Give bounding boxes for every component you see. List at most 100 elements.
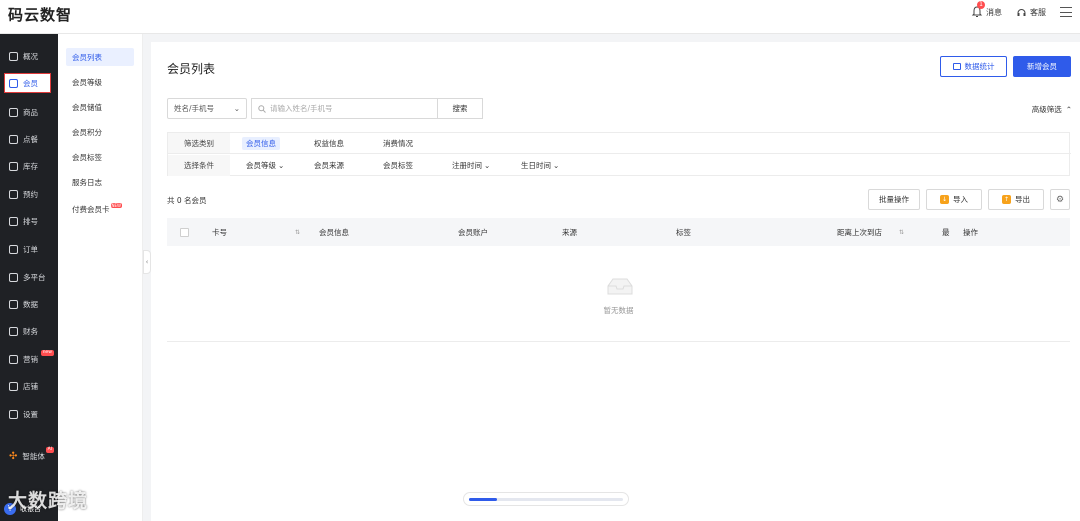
filter-condition-label: 选择条件 bbox=[168, 155, 230, 176]
marketing-badge: new bbox=[40, 350, 54, 356]
filter-register-time[interactable]: 注册时间 ⌄ bbox=[452, 160, 490, 171]
subnav-item-member-balance[interactable]: 会员储值 bbox=[66, 98, 134, 116]
sidebar-item-label: 订单 bbox=[23, 244, 38, 254]
finance-icon bbox=[9, 326, 18, 336]
sidebar-item-marketing[interactable]: 营销 new bbox=[0, 349, 58, 369]
sidebar-item-label: 会员 bbox=[23, 78, 38, 88]
support-button[interactable]: 客服 bbox=[1016, 7, 1046, 18]
sidebar-item-booking[interactable]: 预约 bbox=[0, 184, 58, 204]
progress-fill bbox=[469, 498, 497, 501]
filter-option-consumption[interactable]: 消费情况 bbox=[383, 138, 413, 149]
sidebar-item-label: 预约 bbox=[23, 189, 38, 199]
col-last-visit[interactable]: 距离上次到店 ⇅ bbox=[837, 218, 904, 246]
collapse-handle[interactable]: ‹ bbox=[143, 250, 151, 274]
paid-card-badge: NEW bbox=[110, 202, 122, 208]
sidebar-item-label: 营销 bbox=[23, 354, 38, 364]
subnav-label: 付费会员卡 bbox=[72, 204, 110, 214]
sidebar-item-settings[interactable]: 设置 bbox=[0, 404, 58, 424]
filter-member-level[interactable]: 会员等级 ⌄ bbox=[246, 160, 284, 171]
search-type-select[interactable]: 姓名/手机号 ⌄ bbox=[167, 98, 247, 119]
subnav-label: 会员储值 bbox=[72, 102, 102, 112]
sidebar-item-overview[interactable]: 概况 bbox=[0, 46, 58, 66]
subnav-item-member-tags[interactable]: 会员标签 bbox=[66, 148, 134, 166]
agent-icon: ✣ bbox=[9, 450, 18, 462]
subnav-item-member-points[interactable]: 会员积分 bbox=[66, 123, 134, 141]
col-member-account: 会员账户 bbox=[458, 227, 488, 237]
grid-icon bbox=[9, 51, 18, 61]
empty-box-icon bbox=[607, 278, 633, 295]
advanced-filter-toggle[interactable]: 高级筛选 ⌃ bbox=[1032, 104, 1072, 115]
sidebar-item-queue[interactable]: 排号 bbox=[0, 211, 58, 231]
dining-icon bbox=[9, 134, 18, 144]
search-type-value: 姓名/手机号 bbox=[174, 104, 215, 113]
sidebar-item-label: 点餐 bbox=[23, 134, 38, 144]
batch-action-button[interactable]: 批量操作 bbox=[868, 189, 920, 210]
sidebar-item-label: 设置 bbox=[23, 409, 38, 419]
subnav-item-paid-card[interactable]: 付费会员卡 NEW bbox=[66, 200, 134, 218]
sidebar-item-label: 店铺 bbox=[23, 381, 38, 391]
sort-icon[interactable]: ⇅ bbox=[295, 218, 300, 246]
sidebar-item-orders[interactable]: 订单 bbox=[0, 239, 58, 259]
filter-birthday[interactable]: 生日时间 ⌄ bbox=[521, 160, 559, 171]
filter-option-benefit-info[interactable]: 权益信息 bbox=[314, 138, 344, 149]
filter-member-tag[interactable]: 会员标签 bbox=[383, 160, 413, 171]
sidebar-item-data[interactable]: 数据 bbox=[0, 294, 58, 314]
settings-icon bbox=[9, 409, 18, 419]
select-all-checkbox[interactable] bbox=[180, 218, 189, 246]
member-subnav: 会员列表 会员等级 会员储值 会员积分 会员标签 服务日志 付费会员卡 NEW bbox=[58, 34, 143, 521]
agent-badge: AI bbox=[45, 447, 54, 453]
table-body: 暂无数据 bbox=[167, 246, 1070, 342]
filter-option-member-info[interactable]: 会员信息 bbox=[242, 136, 280, 150]
subnav-item-service-log[interactable]: 服务日志 bbox=[66, 173, 134, 191]
column-settings-button[interactable]: ⚙ bbox=[1050, 189, 1070, 210]
col-source: 来源 bbox=[562, 227, 577, 237]
sidebar-item-goods[interactable]: 商品 bbox=[0, 102, 58, 122]
search-input[interactable]: 请输入姓名/手机号 bbox=[251, 98, 437, 119]
import-label: 导入 bbox=[953, 195, 968, 204]
sidebar-item-dining[interactable]: 点餐 bbox=[0, 129, 58, 149]
member-icon bbox=[9, 78, 18, 88]
data-stats-button[interactable]: 数据统计 bbox=[940, 56, 1007, 77]
chevron-down-icon: ⌄ bbox=[553, 161, 560, 170]
filter-member-level-label: 会员等级 bbox=[246, 161, 276, 170]
filter-panel: 筛选类别 会员信息 权益信息 消费情况 选择条件 会员等级 ⌄ 会员来源 会员标签… bbox=[167, 132, 1071, 176]
subnav-item-member-list[interactable]: 会员列表 bbox=[66, 48, 134, 66]
add-member-button[interactable]: 新增会员 bbox=[1013, 56, 1071, 77]
subnav-label: 会员列表 bbox=[72, 52, 102, 62]
layers-icon bbox=[9, 272, 18, 282]
chevron-up-icon: ⌃ bbox=[1065, 105, 1072, 114]
sidebar-item-label: 数据 bbox=[23, 299, 38, 309]
empty-text: 暂无数据 bbox=[603, 306, 634, 315]
filter-condition-row: 选择条件 会员等级 ⌄ 会员来源 会员标签 注册时间 ⌄ 生日时间 ⌄ bbox=[168, 155, 1071, 176]
sidebar-item-agent[interactable]: ✣ 智能体 AI bbox=[0, 446, 58, 466]
col-card-no[interactable]: 卡号 bbox=[212, 218, 227, 246]
menu-icon[interactable] bbox=[1060, 7, 1072, 17]
search-button[interactable]: 搜索 bbox=[437, 98, 483, 119]
table-header: 卡号 ⇅ 会员信息 会员账户 来源 标签 距离上次到店 ⇅ 最 操作 bbox=[167, 218, 1070, 246]
messages-button[interactable]: 1 消息 bbox=[971, 1, 1002, 18]
store-icon bbox=[9, 381, 18, 391]
sidebar-item-inventory[interactable]: 库存 bbox=[0, 156, 58, 176]
sidebar-item-label: 商品 bbox=[23, 107, 38, 117]
main-content: 会员列表 数据统计 新增会员 姓名/手机号 ⌄ 请输入姓名/手机号 搜索 高级筛… bbox=[151, 42, 1080, 521]
sidebar-item-member[interactable]: 会员 bbox=[4, 73, 51, 93]
sidebar-item-finance[interactable]: 财务 bbox=[0, 321, 58, 341]
watermark: 大数跨境 bbox=[8, 490, 89, 512]
messages-badge: 1 bbox=[977, 1, 985, 9]
subnav-label: 会员等级 bbox=[72, 77, 102, 87]
messages-label: 消息 bbox=[986, 7, 1002, 17]
col-last-visit-label: 距离上次到店 bbox=[837, 227, 882, 237]
subnav-item-member-level[interactable]: 会员等级 bbox=[66, 73, 134, 91]
queue-icon bbox=[9, 216, 18, 226]
chart-icon bbox=[9, 299, 18, 309]
marketing-icon bbox=[9, 354, 18, 364]
sidebar-item-label: 概况 bbox=[23, 51, 38, 61]
import-button[interactable]: ↓ 导入 bbox=[926, 189, 982, 210]
order-icon bbox=[9, 244, 18, 254]
export-icon: ↑ bbox=[1002, 195, 1011, 204]
sidebar-item-multiplatform[interactable]: 多平台 bbox=[0, 267, 58, 287]
export-button[interactable]: ↑ 导出 bbox=[988, 189, 1044, 210]
sidebar-item-store[interactable]: 店铺 bbox=[0, 376, 58, 396]
filter-member-source[interactable]: 会员来源 bbox=[314, 160, 344, 171]
top-bar: 码云数智 1 消息 客服 bbox=[0, 0, 1080, 34]
